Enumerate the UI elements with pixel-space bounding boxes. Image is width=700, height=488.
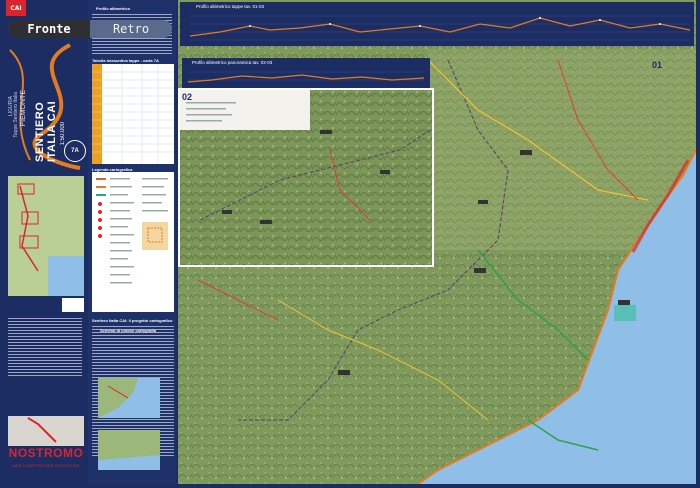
brand-logo: CAI bbox=[6, 0, 26, 16]
sheet-number: 7A bbox=[64, 140, 86, 162]
scheme-map-2 bbox=[98, 430, 160, 470]
tab-front[interactable]: Fronte bbox=[8, 20, 90, 38]
watermark-title: NOSTROMO bbox=[8, 446, 84, 460]
stages-table bbox=[92, 64, 174, 164]
cover-scale: 1:50.000 bbox=[60, 122, 66, 146]
profile-header: Profilo altimetrico bbox=[96, 6, 131, 11]
section-header: Sentiero Italia CAI: Il progetto cartogr… bbox=[92, 318, 173, 323]
inset-number: 02 bbox=[182, 92, 193, 102]
cover-region: PIEMONTE bbox=[20, 90, 27, 127]
cover-text-block bbox=[8, 318, 82, 378]
watermark-subtitle: WEB COMPTOIR DES VOYAGEURS bbox=[12, 463, 80, 468]
cover-panel: CAI SENTIERO ITALIA CAI PIEMONTE LIGURIA… bbox=[0, 0, 88, 484]
inset-map[interactable] bbox=[178, 88, 434, 267]
nostromo-watermark: NOSTROMO WEB COMPTOIR DES VOYAGEURS bbox=[6, 446, 86, 482]
italy-map bbox=[8, 416, 84, 446]
elevation-profile-inset: Profilo altimetrico panoramica tav. 02-0… bbox=[182, 58, 430, 90]
map-number: 01 bbox=[652, 60, 663, 70]
elevation-profile-top: Profilo altimetrico tappe tav. 01-03 bbox=[180, 2, 694, 46]
overview-map bbox=[8, 176, 84, 296]
tab-back[interactable]: Retro bbox=[90, 20, 172, 38]
cover-sub2: Tappe Sentiero Italia bbox=[13, 92, 19, 138]
scheme-header: Schema di unione cartografia bbox=[100, 328, 157, 333]
table-header: Tabella riassuntiva tappe - carta 7A bbox=[92, 58, 159, 63]
inset-topo bbox=[180, 90, 432, 265]
barcode bbox=[62, 298, 84, 312]
map-legend bbox=[92, 172, 174, 312]
scheme-map-1 bbox=[98, 378, 160, 418]
side-toggle[interactable]: Fronte Retro bbox=[8, 20, 172, 38]
